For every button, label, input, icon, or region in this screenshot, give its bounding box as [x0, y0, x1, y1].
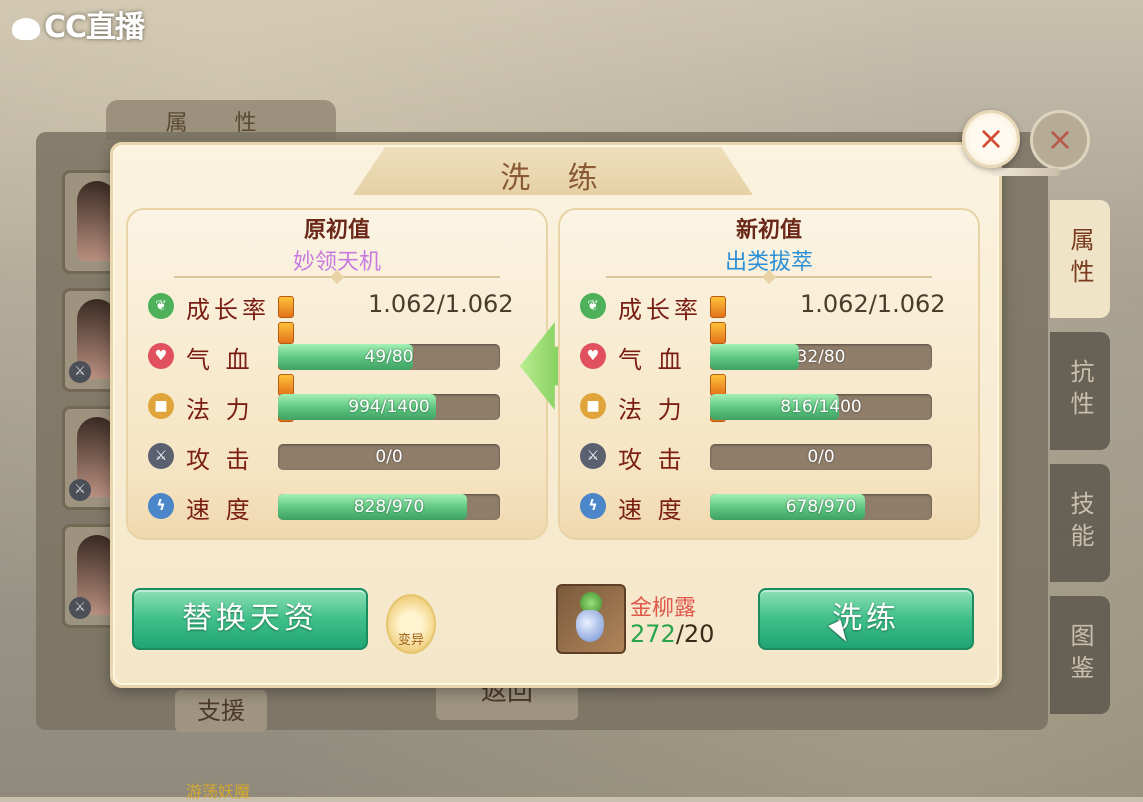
star-icon: [710, 374, 726, 396]
stat-bar: 994/1400: [278, 394, 500, 420]
bottom-label: 游荡妖魔: [186, 782, 251, 801]
heart-icon: ♥: [148, 343, 174, 369]
tab-attributes[interactable]: 属性: [1050, 200, 1110, 318]
sprout-icon: ❦: [580, 293, 606, 319]
tab-resistance[interactable]: 抗性: [1050, 332, 1110, 450]
mana-icon: ■: [580, 393, 606, 419]
star-icon: [710, 322, 726, 344]
stat-label: 法 力: [186, 396, 254, 424]
stat-bar: 32/80: [710, 344, 932, 370]
divider: [606, 276, 932, 278]
growth-value: 1.062/1.062: [800, 290, 946, 318]
heart-icon: ♥: [580, 343, 606, 369]
tab-codex[interactable]: 图鉴: [1050, 596, 1110, 714]
background-close-icon[interactable]: ×: [1030, 110, 1090, 170]
star-icon: [278, 296, 294, 318]
cc-live-logo: CC直播: [12, 2, 145, 46]
panel-heading: 新初值: [735, 218, 802, 243]
stat-label: 气 血: [186, 346, 254, 374]
stat-label: 攻 击: [618, 446, 686, 474]
sword-icon: ⚔: [69, 597, 91, 619]
star-icon: [278, 374, 294, 396]
item-count: 272/20: [630, 620, 715, 648]
tab-skills[interactable]: 技能: [1050, 464, 1110, 582]
vase-icon: [576, 610, 604, 642]
lightning-icon: ϟ: [148, 493, 174, 519]
stat-bar: 49/80: [278, 344, 500, 370]
stat-bar: 0/0: [278, 444, 500, 470]
refine-button[interactable]: 洗练: [758, 588, 974, 650]
stat-label: 成长率: [186, 296, 270, 324]
panel-heading: 原初值: [303, 218, 370, 243]
original-values-panel: 原初值 妙领天机 ❦ 成长率 1.062/1.062 ♥ 气 血 49/80 ■…: [126, 208, 548, 540]
dialog-title: 洗 练: [500, 161, 612, 196]
swap-talent-button[interactable]: 替换天资: [132, 588, 368, 650]
lightning-icon: ϟ: [580, 493, 606, 519]
growth-value: 1.062/1.062: [368, 290, 514, 318]
mutation-badge-icon[interactable]: 变异: [386, 594, 436, 654]
item-slot[interactable]: [556, 584, 626, 654]
sword-icon: ⚔: [69, 361, 91, 383]
stat-label: 成长率: [618, 296, 702, 324]
new-values-panel: 新初值 出类拔萃 ❦ 成长率 1.062/1.062 ♥ 气 血 32/80 ■…: [558, 208, 980, 540]
sword-icon: ⚔: [148, 443, 174, 469]
star-icon: [710, 296, 726, 318]
star-icon: [278, 322, 294, 344]
stat-bar: 816/1400: [710, 394, 932, 420]
support-button[interactable]: 支援: [175, 690, 267, 732]
stat-bar: 678/970: [710, 494, 932, 520]
sprout-icon: ❦: [148, 293, 174, 319]
stat-bar: 0/0: [710, 444, 932, 470]
mana-icon: ■: [148, 393, 174, 419]
stat-label: 攻 击: [186, 446, 254, 474]
divider: [174, 276, 500, 278]
stat-label: 气 血: [618, 346, 686, 374]
stat-label: 速 度: [186, 496, 254, 524]
item-name: 金柳露: [630, 596, 697, 621]
stat-bar: 828/970: [278, 494, 500, 520]
stat-label: 法 力: [618, 396, 686, 424]
close-icon[interactable]: ×: [962, 110, 1020, 168]
sword-icon: ⚔: [580, 443, 606, 469]
sword-icon: ⚔: [69, 479, 91, 501]
stat-label: 速 度: [618, 496, 686, 524]
close-decoration: [990, 168, 1060, 176]
